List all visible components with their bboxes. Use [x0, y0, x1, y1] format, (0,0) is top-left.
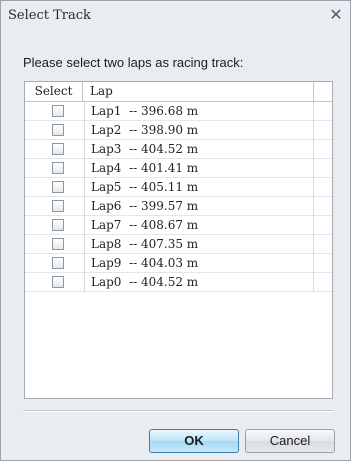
grid-rows: Lap1 -- 396.68 m Lap2 -- 398.90 m Lap3 -- … — [25, 102, 332, 292]
lap-label: Lap1 -- 396.68 m — [84, 102, 314, 121]
table-row[interactable]: Lap4 -- 401.41 m — [25, 159, 332, 178]
column-header-lap[interactable]: Lap — [84, 82, 314, 101]
ok-button[interactable]: OK — [149, 429, 239, 453]
table-row[interactable]: Lap6 -- 399.57 m — [25, 197, 332, 216]
instruction-text: Please select two laps as racing track: — [23, 55, 244, 70]
lap-checkbox[interactable] — [52, 143, 64, 155]
lap-label: Lap3 -- 404.52 m — [84, 140, 314, 159]
lap-label: Lap4 -- 401.41 m — [84, 159, 314, 178]
laps-grid: Select Lap Lap1 -- 396.68 m Lap2 -- 398.9… — [24, 81, 333, 399]
lap-label: Lap2 -- 398.90 m — [84, 121, 314, 140]
table-row[interactable]: Lap3 -- 404.52 m — [25, 140, 332, 159]
lap-label: Lap0 -- 404.52 m — [84, 273, 314, 292]
grid-header: Select Lap — [25, 82, 332, 102]
table-row[interactable]: Lap7 -- 408.67 m — [25, 216, 332, 235]
lap-checkbox[interactable] — [52, 257, 64, 269]
lap-checkbox[interactable] — [52, 200, 64, 212]
lap-checkbox[interactable] — [52, 219, 64, 231]
lap-checkbox[interactable] — [52, 181, 64, 193]
lap-checkbox[interactable] — [52, 105, 64, 117]
table-row[interactable]: Lap1 -- 396.68 m — [25, 102, 332, 121]
lap-label: Lap7 -- 408.67 m — [84, 216, 314, 235]
column-header-select[interactable]: Select — [25, 82, 83, 101]
lap-checkbox[interactable] — [52, 124, 64, 136]
divider — [23, 410, 334, 412]
table-row[interactable]: Lap0 -- 404.52 m — [25, 273, 332, 292]
lap-checkbox[interactable] — [52, 238, 64, 250]
lap-label: Lap9 -- 404.03 m — [84, 254, 314, 273]
table-row[interactable]: Lap8 -- 407.35 m — [25, 235, 332, 254]
cancel-button[interactable]: Cancel — [245, 429, 335, 453]
lap-label: Lap8 -- 407.35 m — [84, 235, 314, 254]
window-title: Select Track — [8, 8, 91, 23]
table-row[interactable]: Lap9 -- 404.03 m — [25, 254, 332, 273]
lap-label: Lap6 -- 399.57 m — [84, 197, 314, 216]
lap-label: Lap5 -- 405.11 m — [84, 178, 314, 197]
close-icon[interactable]: ✕ — [327, 6, 345, 24]
table-row[interactable]: Lap2 -- 398.90 m — [25, 121, 332, 140]
lap-checkbox[interactable] — [52, 162, 64, 174]
title-bar[interactable]: Select Track ✕ — [1, 1, 350, 31]
select-track-dialog: Select Track ✕ Please select two laps as… — [0, 0, 351, 461]
lap-checkbox[interactable] — [52, 276, 64, 288]
table-row[interactable]: Lap5 -- 405.11 m — [25, 178, 332, 197]
